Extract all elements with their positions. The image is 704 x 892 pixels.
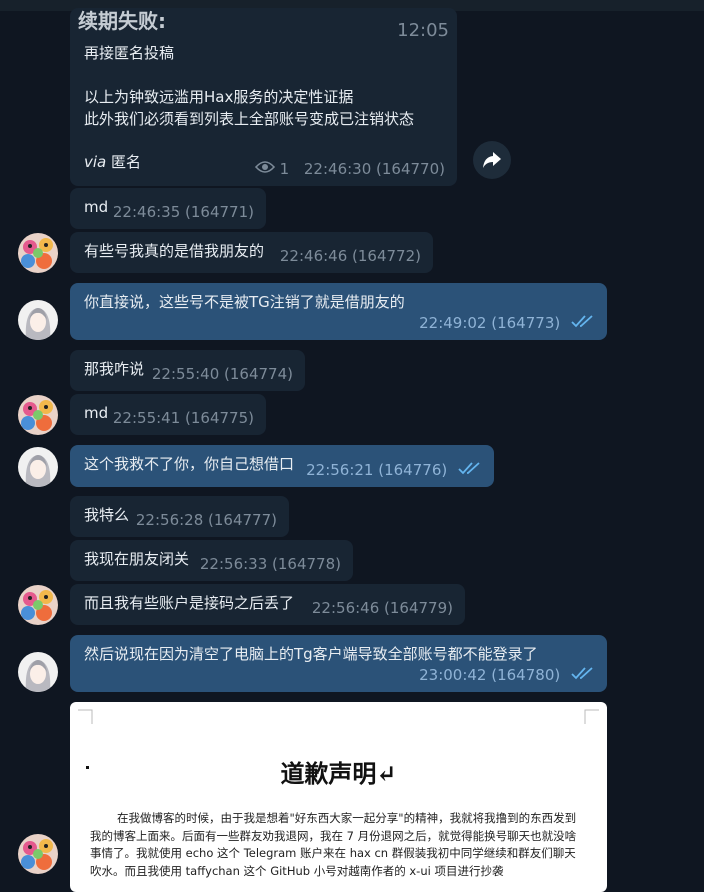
message-meta: 22:56:21 (164776) <box>306 459 482 482</box>
own-avatar[interactable] <box>18 300 58 340</box>
message-bubble[interactable]: 我现在朋友闭关 22:56:33 (164778) <box>70 540 353 581</box>
message-timestamp: 22:49:02 (164773) <box>419 313 561 332</box>
message-timestamp: 23:00:42 (164780) <box>419 665 561 684</box>
sender-avatar[interactable] <box>18 585 58 625</box>
message-text: 而且我有些账户是接码之后丢了 <box>84 594 295 612</box>
message-meta: 1 22:46:30 (164770) <box>254 158 445 181</box>
message-bubble[interactable]: md 22:55:41 (164775) <box>70 394 266 435</box>
message-bubble[interactable]: 你直接说，这些号不是被TG注销了就是借朋友的 22:49:02 (164773) <box>70 283 607 340</box>
message-text: 那我咋说 <box>84 360 145 378</box>
message-timestamp: 22:55:40 (164774) <box>151 365 293 383</box>
own-avatar[interactable] <box>18 447 58 487</box>
message-timestamp: 22:56:21 (164776) <box>306 460 448 479</box>
via-line: via 匿名 <box>84 151 141 173</box>
view-count: 1 <box>279 159 290 178</box>
forward-button[interactable] <box>473 141 511 179</box>
message-bubble[interactable]: 这个我救不了你，你自己想借口 22:56:21 (164776) <box>70 445 494 487</box>
message-bubble[interactable]: md 22:46:35 (164771) <box>70 188 266 229</box>
message-text: md <box>84 404 109 422</box>
sender-avatar[interactable] <box>18 395 58 435</box>
message-bubble[interactable]: 我特么 22:56:28 (164777) <box>70 496 289 537</box>
message-text: 有些号我真的是借我朋友的 <box>84 242 265 260</box>
message-timestamp: 22:56:33 (164778) <box>199 555 341 573</box>
sender-avatar[interactable] <box>18 834 58 874</box>
message-text: 我特么 <box>84 506 130 524</box>
message-bubble[interactable]: 而且我有些账户是接码之后丢了 22:56:46 (164779) <box>70 584 465 625</box>
via-label: via <box>84 153 107 171</box>
message-text: 再接匿名投稿 以上为钟致远滥用Hax服务的决定性证据 此外我们必须看到列表上全部… <box>84 44 415 128</box>
own-avatar[interactable] <box>18 652 58 692</box>
page-corner-marks <box>78 709 599 724</box>
message-bubble[interactable]: 然后说现在因为清空了电脑上的Tg客户端导致全部账号都不能登录了 23:00:42… <box>70 635 607 692</box>
via-name[interactable]: 匿名 <box>111 153 141 171</box>
message-text: md <box>84 198 109 216</box>
document-image[interactable]: 道歉声明↵ 在我做博客的时候，由于我是想着"好东西大家一起分享"的精神，我就将我… <box>70 702 607 892</box>
message-text: 这个我救不了你，你自己想借口 <box>84 455 295 473</box>
message-text: 你直接说，这些号不是被TG注销了就是借朋友的 <box>84 293 405 311</box>
message-text: 我现在朋友闭关 <box>84 550 190 568</box>
forwarded-title: 续期失败: <box>78 9 166 33</box>
message-timestamp: 22:55:41 (164775) <box>112 409 254 427</box>
double-check-icon <box>571 312 595 334</box>
message-meta: 22:49:02 (164773) <box>419 312 595 335</box>
sender-avatar[interactable] <box>18 233 58 273</box>
forwarded-title-time: 12:05 <box>397 20 449 41</box>
message-timestamp: 22:46:30 (164770) <box>303 159 445 178</box>
message-timestamp: 22:46:35 (164771) <box>112 203 254 221</box>
document-title: 道歉声明↵ <box>280 759 397 788</box>
message-text: 然后说现在因为清空了电脑上的Tg客户端导致全部账号都不能登录了 <box>84 645 538 663</box>
message-bubble[interactable]: 续期失败: 12:05 再接匿名投稿 以上为钟致远滥用Hax服务的决定性证据 此… <box>70 8 457 186</box>
message-bubble[interactable]: 那我咋说 22:55:40 (164774) <box>70 350 305 391</box>
forward-arrow-icon <box>482 151 502 173</box>
message-meta: 23:00:42 (164780) <box>419 664 595 687</box>
message-timestamp: 22:56:28 (164777) <box>135 511 277 529</box>
eye-icon <box>254 158 275 180</box>
message-timestamp: 22:56:46 (164779) <box>311 599 453 617</box>
double-check-icon <box>458 459 482 481</box>
message-bubble[interactable]: 有些号我真的是借我朋友的 22:46:46 (164772) <box>70 232 433 273</box>
double-check-icon <box>571 664 595 686</box>
message-timestamp: 22:46:46 (164772) <box>279 247 421 265</box>
document-body: 在我做博客的时候，由于我是想着"好东西大家一起分享"的精神，我就将我撸到的东西发… <box>90 811 577 878</box>
